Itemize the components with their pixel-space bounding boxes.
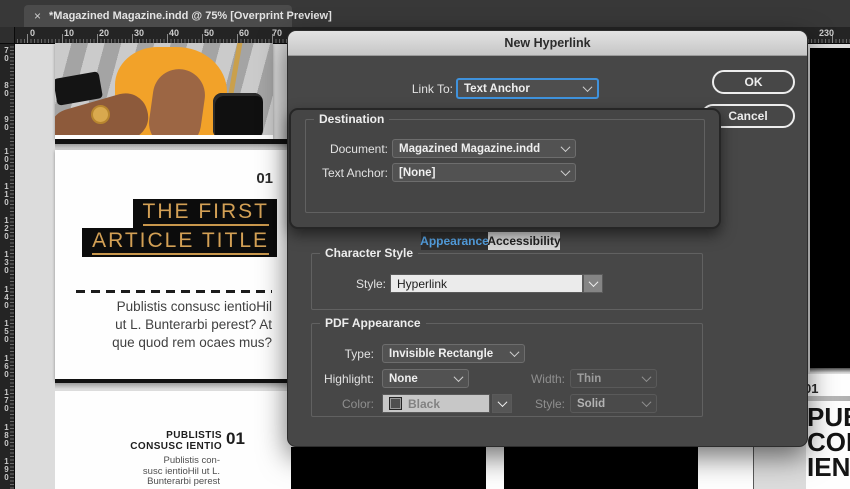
highlight-dropdown[interactable]: None	[382, 369, 469, 388]
ruler-label: 230	[819, 28, 834, 38]
pdf-style-label: Style:	[503, 397, 565, 411]
image-frame	[504, 447, 698, 489]
pdf-appearance-group: PDF Appearance Type: Invisible Rectangle…	[311, 323, 703, 417]
dialog-title: New Hyperlink	[504, 36, 590, 50]
ruler-label: 70	[0, 46, 13, 62]
chevron-down-icon	[510, 347, 520, 357]
page-edge-line	[753, 447, 754, 489]
footer-text: Publistis con- susc ientioHil ut L. Bunt…	[55, 456, 220, 488]
ruler-corner-box	[0, 27, 15, 44]
article-paragraph: Publistis consusc ientioHil ut L. Bunter…	[70, 298, 272, 352]
ruler-label: 120	[0, 216, 13, 240]
ruler-label: 40	[169, 28, 179, 38]
ruler-label: 190	[0, 457, 13, 481]
footer-page-number: 01	[226, 429, 245, 449]
width-label: Width:	[503, 372, 565, 386]
photo-watch	[91, 105, 110, 124]
chevron-down-icon	[561, 142, 571, 152]
ruler-label: 130	[0, 250, 13, 274]
chevron-down-icon	[642, 397, 652, 407]
text-anchor-dropdown[interactable]: [None]	[392, 163, 576, 182]
ruler-label: 110	[0, 182, 13, 206]
color-swatch	[389, 397, 402, 410]
type-label: Type:	[312, 347, 374, 361]
new-hyperlink-dialog: New Hyperlink Link To: Text Anchor OK Ca…	[287, 30, 808, 447]
character-style-dropdown[interactable]: Hyperlink	[390, 274, 583, 293]
destination-group: Destination Document: Magazined Magazine…	[305, 119, 705, 213]
spread-edge-shadow	[55, 383, 287, 389]
character-style-group: Character Style Style: Hyperlink	[311, 253, 703, 310]
type-dropdown[interactable]: Invisible Rectangle	[382, 344, 525, 363]
gray-bar	[804, 396, 850, 401]
vertical-ruler[interactable]: 70 80 90 100 110 120 130 140 150 160 170…	[0, 43, 15, 489]
color-label: Color:	[312, 397, 374, 411]
document-tab-title: *Magazined Magazine.indd @ 75% [Overprin…	[49, 10, 332, 22]
magazine-photo	[55, 43, 273, 135]
dashed-rule	[76, 290, 272, 293]
photo-bag-chain	[228, 43, 244, 99]
character-style-dropdown-button[interactable]	[583, 274, 603, 293]
style-label: Style:	[338, 277, 386, 291]
ruler-label: 170	[0, 388, 13, 412]
ruler-label: 30	[134, 28, 144, 38]
right-article-title: PUBLISTIS CONSUSC IENTIO	[807, 405, 850, 480]
chevron-down-icon	[583, 82, 593, 92]
ruler-label: 90	[0, 115, 13, 131]
ruler-label: 60	[239, 28, 249, 38]
indesign-window: × *Magazined Magazine.indd @ 75% [Overpr…	[0, 0, 850, 489]
ok-button[interactable]: OK	[712, 70, 795, 94]
page-number: 01	[240, 170, 273, 187]
highlight-label: Highlight:	[312, 372, 374, 386]
document-label: Document:	[306, 142, 388, 156]
photo-bag	[213, 93, 263, 135]
color-dropdown: Black	[382, 394, 490, 413]
chevron-down-icon	[588, 277, 598, 287]
close-icon[interactable]: ×	[34, 10, 41, 22]
character-style-legend: Character Style	[320, 246, 418, 260]
pdf-style-dropdown: Solid	[570, 394, 657, 413]
link-to-dropdown[interactable]: Text Anchor	[456, 78, 599, 99]
text-anchor-label: Text Anchor:	[306, 166, 388, 180]
tab-appearance[interactable]: Appearance	[421, 232, 488, 250]
destination-legend: Destination	[314, 112, 389, 126]
article-title-line1: THE FIRST	[133, 199, 278, 228]
dialog-titlebar[interactable]: New Hyperlink	[288, 31, 807, 56]
ruler-label: 10	[64, 28, 74, 38]
chevron-down-icon	[642, 372, 652, 382]
ruler-label: 70	[272, 28, 282, 38]
chevron-down-icon	[561, 166, 571, 176]
document-dropdown[interactable]: Magazined Magazine.indd	[392, 139, 576, 158]
article-title: THE FIRST ARTICLE TITLE	[70, 199, 277, 257]
link-to-label: Link To:	[388, 82, 453, 96]
ruler-label: 180	[0, 423, 13, 447]
destination-panel: Destination Document: Magazined Magazine…	[289, 108, 721, 229]
spread-edge-shadow	[810, 368, 850, 373]
article-title-line2: ARTICLE TITLE	[82, 228, 277, 257]
image-frame	[291, 447, 486, 489]
document-tab-bar: × *Magazined Magazine.indd @ 75% [Overpr…	[0, 0, 850, 27]
ruler-label: 80	[0, 81, 13, 97]
ruler-label: 140	[0, 285, 13, 309]
document-tab[interactable]: × *Magazined Magazine.indd @ 75% [Overpr…	[24, 5, 292, 27]
chevron-down-icon	[454, 372, 464, 382]
ruler-label: 150	[0, 319, 13, 343]
right-black-page	[810, 48, 850, 368]
pdf-appearance-legend: PDF Appearance	[320, 316, 426, 330]
footer-heading: PUBLISTIS CONSUSC IENTIO	[55, 431, 222, 452]
ruler-label: 0	[30, 28, 35, 38]
ruler-label: 100	[0, 147, 13, 171]
width-dropdown: Thin	[570, 369, 657, 388]
tab-accessibility[interactable]: Accessibility	[488, 232, 560, 250]
ruler-label: 160	[0, 354, 13, 378]
ruler-label: 50	[204, 28, 214, 38]
ruler-label: 20	[99, 28, 109, 38]
